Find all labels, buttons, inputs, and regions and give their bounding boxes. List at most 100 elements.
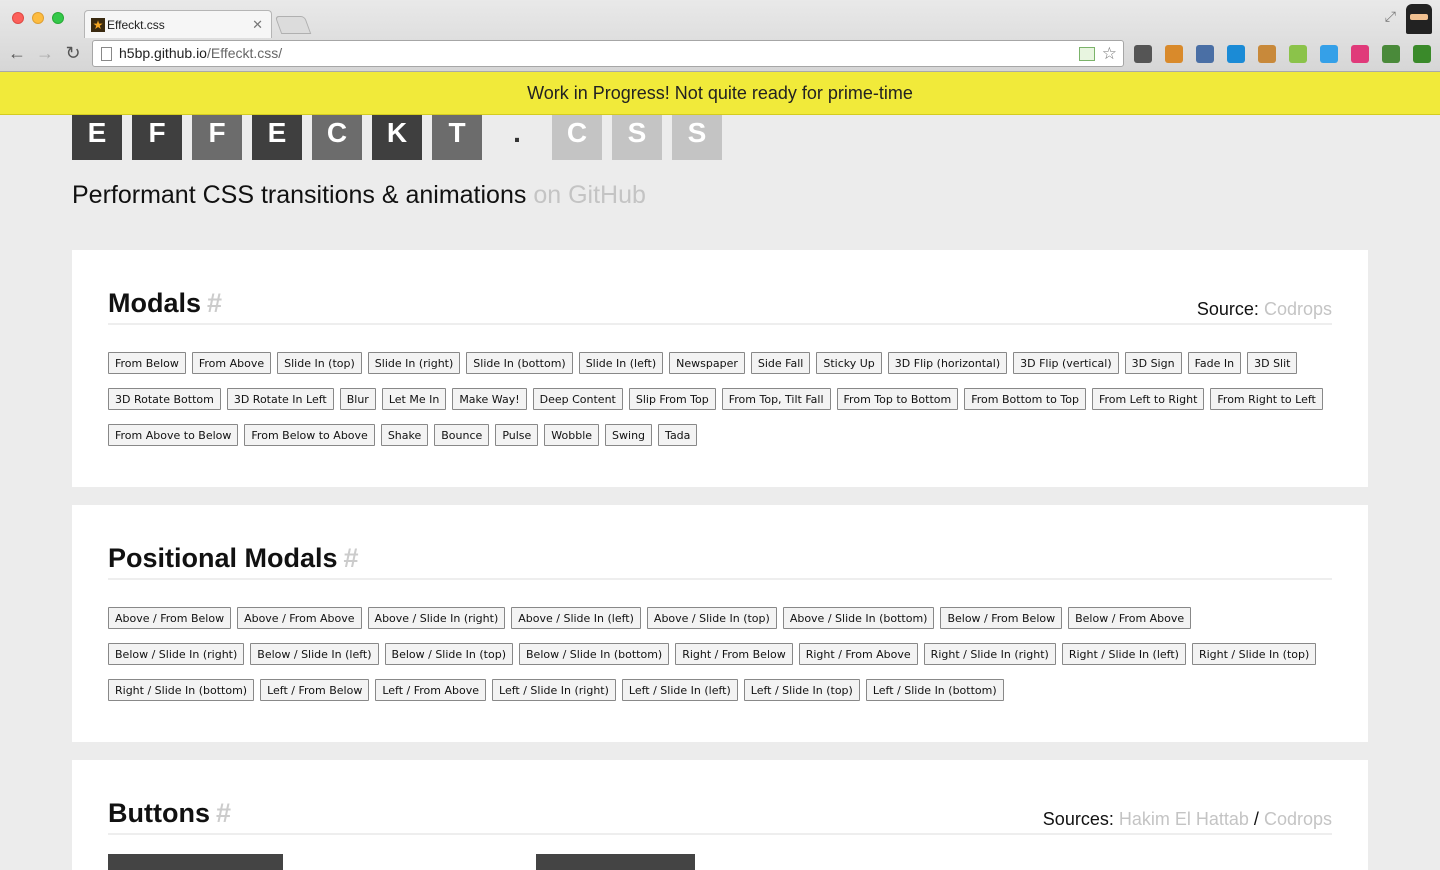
modal-effect-button[interactable]: 3D Sign bbox=[1124, 352, 1182, 374]
modal-effect-button[interactable]: Blur bbox=[339, 388, 376, 410]
modal-effect-button[interactable]: 3D Rotate In Left bbox=[226, 388, 334, 410]
tagline: Performant CSS transitions & animations … bbox=[72, 181, 646, 210]
browser-tab[interactable]: ★ Effeckt.css ✕ bbox=[84, 10, 272, 38]
bookmark-star-icon[interactable]: ☆ bbox=[1102, 41, 1117, 66]
positional-effect-button[interactable]: Left / Slide In (left) bbox=[621, 679, 738, 701]
codrops-link[interactable]: Codrops bbox=[1264, 809, 1332, 829]
positional-effect-button[interactable]: Right / From Below bbox=[675, 643, 793, 665]
positional-effect-button[interactable]: Left / From Below bbox=[260, 679, 370, 701]
modal-effect-button[interactable]: From Left to Right bbox=[1091, 388, 1205, 410]
modal-effect-button[interactable]: 3D Rotate Bottom bbox=[108, 388, 221, 410]
positional-effect-button[interactable]: Above / From Below bbox=[108, 607, 232, 629]
codrops-link[interactable]: Codrops bbox=[1264, 299, 1332, 319]
fullscreen-icon[interactable]: ⤢ bbox=[1385, 8, 1396, 25]
positional-effect-button[interactable]: Below / Slide In (left) bbox=[250, 643, 379, 665]
modal-effect-button[interactable]: From Below bbox=[108, 352, 186, 374]
new-tab-button[interactable] bbox=[274, 16, 312, 34]
modal-effect-button[interactable]: Pulse bbox=[495, 424, 539, 446]
positional-effect-button[interactable]: Left / Slide In (right) bbox=[492, 679, 616, 701]
positional-effect-button[interactable]: Below / Slide In (bottom) bbox=[519, 643, 670, 665]
anchor-link[interactable]: # bbox=[216, 798, 231, 828]
address-bar[interactable]: h5bp.github.io/Effeckt.css/ ☆ bbox=[92, 40, 1124, 67]
window-zoom-button[interactable] bbox=[52, 12, 64, 24]
positional-effect-button[interactable]: Left / Slide In (bottom) bbox=[865, 679, 1004, 701]
favicon-star-icon: ★ bbox=[91, 18, 105, 32]
modal-effect-button[interactable]: Slip From Top bbox=[628, 388, 716, 410]
hakim-link[interactable]: Hakim El Hattab bbox=[1119, 809, 1249, 829]
positional-effect-button[interactable]: Left / From Above bbox=[375, 679, 487, 701]
modal-effect-button[interactable]: From Bottom to Top bbox=[964, 388, 1086, 410]
modal-effect-button[interactable]: 3D Flip (horizontal) bbox=[887, 352, 1008, 374]
positional-effect-button[interactable]: Left / Slide In (top) bbox=[743, 679, 860, 701]
modal-effect-button[interactable]: Slide In (top) bbox=[277, 352, 362, 374]
back-arrow-icon[interactable]: ← bbox=[6, 42, 28, 64]
positional-buttons: Above / From Below Above / From Above Abov… bbox=[108, 607, 1332, 701]
modal-effect-button[interactable]: Slide In (bottom) bbox=[466, 352, 573, 374]
v-icon[interactable] bbox=[1320, 45, 1338, 63]
github-link[interactable]: on GitHub bbox=[533, 181, 646, 209]
anchor-link[interactable]: # bbox=[207, 288, 222, 318]
cookie-icon[interactable] bbox=[1165, 45, 1183, 63]
modal-effect-button[interactable]: Let Me In bbox=[381, 388, 447, 410]
section-title: Modals # bbox=[108, 288, 222, 319]
positional-effect-button[interactable]: Below / Slide In (top) bbox=[384, 643, 513, 665]
android-icon[interactable] bbox=[1289, 45, 1307, 63]
source-label: Source: bbox=[1196, 299, 1259, 319]
modal-effect-button[interactable]: From Above to Below bbox=[108, 424, 239, 446]
bag-icon[interactable] bbox=[1258, 45, 1276, 63]
profile-avatar[interactable] bbox=[1406, 4, 1432, 34]
positional-effect-button[interactable]: Below / From Below bbox=[940, 607, 1063, 629]
positional-effect-button[interactable]: Above / Slide In (top) bbox=[646, 607, 777, 629]
modal-effect-button[interactable]: Bounce bbox=[434, 424, 490, 446]
modal-effect-button[interactable]: 3D Flip (vertical) bbox=[1013, 352, 1119, 374]
modal-effect-button[interactable]: From Top to Bottom bbox=[836, 388, 959, 410]
effeckt-logo: EFFECKT.CSS bbox=[72, 115, 722, 160]
reload-icon[interactable]: ↻ bbox=[62, 42, 84, 64]
positional-effect-button[interactable]: Below / Slide In (right) bbox=[108, 643, 245, 665]
modal-effect-button[interactable]: From Below to Above bbox=[244, 424, 375, 446]
modal-effect-button[interactable]: Make Way! bbox=[452, 388, 527, 410]
positional-effect-button[interactable]: Above / Slide In (bottom) bbox=[782, 607, 935, 629]
window-icon[interactable] bbox=[1196, 45, 1214, 63]
positional-effect-button[interactable]: Above / From Above bbox=[237, 607, 362, 629]
positional-effect-button[interactable]: Right / Slide In (right) bbox=[923, 643, 1056, 665]
modal-effect-button[interactable]: Slide In (right) bbox=[367, 352, 461, 374]
positional-effect-button[interactable]: Below / From Above bbox=[1068, 607, 1192, 629]
forward-arrow-icon[interactable]: → bbox=[34, 42, 56, 64]
modal-effect-button[interactable]: 3D Slit bbox=[1247, 352, 1298, 374]
modal-effect-button[interactable]: Fade In bbox=[1187, 352, 1242, 374]
modal-effect-button[interactable]: Sticky Up bbox=[816, 352, 882, 374]
modal-effect-button[interactable]: Side Fall bbox=[750, 352, 811, 374]
demo-button[interactable] bbox=[108, 854, 283, 870]
demo-button[interactable] bbox=[536, 854, 695, 870]
tagline-text: Performant CSS transitions & animations bbox=[72, 181, 527, 209]
menu-icon[interactable] bbox=[1413, 45, 1431, 63]
reader-icon[interactable] bbox=[1079, 47, 1095, 61]
modal-effect-button[interactable]: Newspaper bbox=[669, 352, 745, 374]
section-title: Positional Modals # bbox=[108, 543, 359, 574]
modal-effect-button[interactable]: From Right to Left bbox=[1210, 388, 1323, 410]
modal-effect-button[interactable]: Swing bbox=[605, 424, 653, 446]
modal-effect-button[interactable]: Shake bbox=[380, 424, 429, 446]
window-close-button[interactable] bbox=[12, 12, 24, 24]
anchor-link[interactable]: # bbox=[344, 543, 359, 573]
screen-icon[interactable] bbox=[1227, 45, 1245, 63]
positional-effect-button[interactable]: Above / Slide In (right) bbox=[367, 607, 506, 629]
eyedropper-icon[interactable] bbox=[1382, 45, 1400, 63]
modal-effect-button[interactable]: Tada bbox=[658, 424, 698, 446]
positional-effect-button[interactable]: Right / Slide In (top) bbox=[1191, 643, 1317, 665]
modal-effect-button[interactable]: Wobble bbox=[544, 424, 600, 446]
modal-effect-button[interactable]: Slide In (left) bbox=[578, 352, 664, 374]
positional-effect-button[interactable]: Right / Slide In (bottom) bbox=[108, 679, 255, 701]
positional-effect-button[interactable]: Right / From Above bbox=[798, 643, 918, 665]
window-minimize-button[interactable] bbox=[32, 12, 44, 24]
pocket-icon[interactable] bbox=[1134, 45, 1152, 63]
modal-effect-button[interactable]: Deep Content bbox=[532, 388, 623, 410]
buttons-title: Buttons bbox=[108, 798, 210, 828]
colorwheel-icon[interactable] bbox=[1351, 45, 1369, 63]
tab-close-icon[interactable]: ✕ bbox=[252, 17, 263, 33]
positional-effect-button[interactable]: Right / Slide In (left) bbox=[1061, 643, 1186, 665]
modal-effect-button[interactable]: From Top, Tilt Fall bbox=[721, 388, 831, 410]
modal-effect-button[interactable]: From Above bbox=[191, 352, 272, 374]
positional-effect-button[interactable]: Above / Slide In (left) bbox=[511, 607, 641, 629]
